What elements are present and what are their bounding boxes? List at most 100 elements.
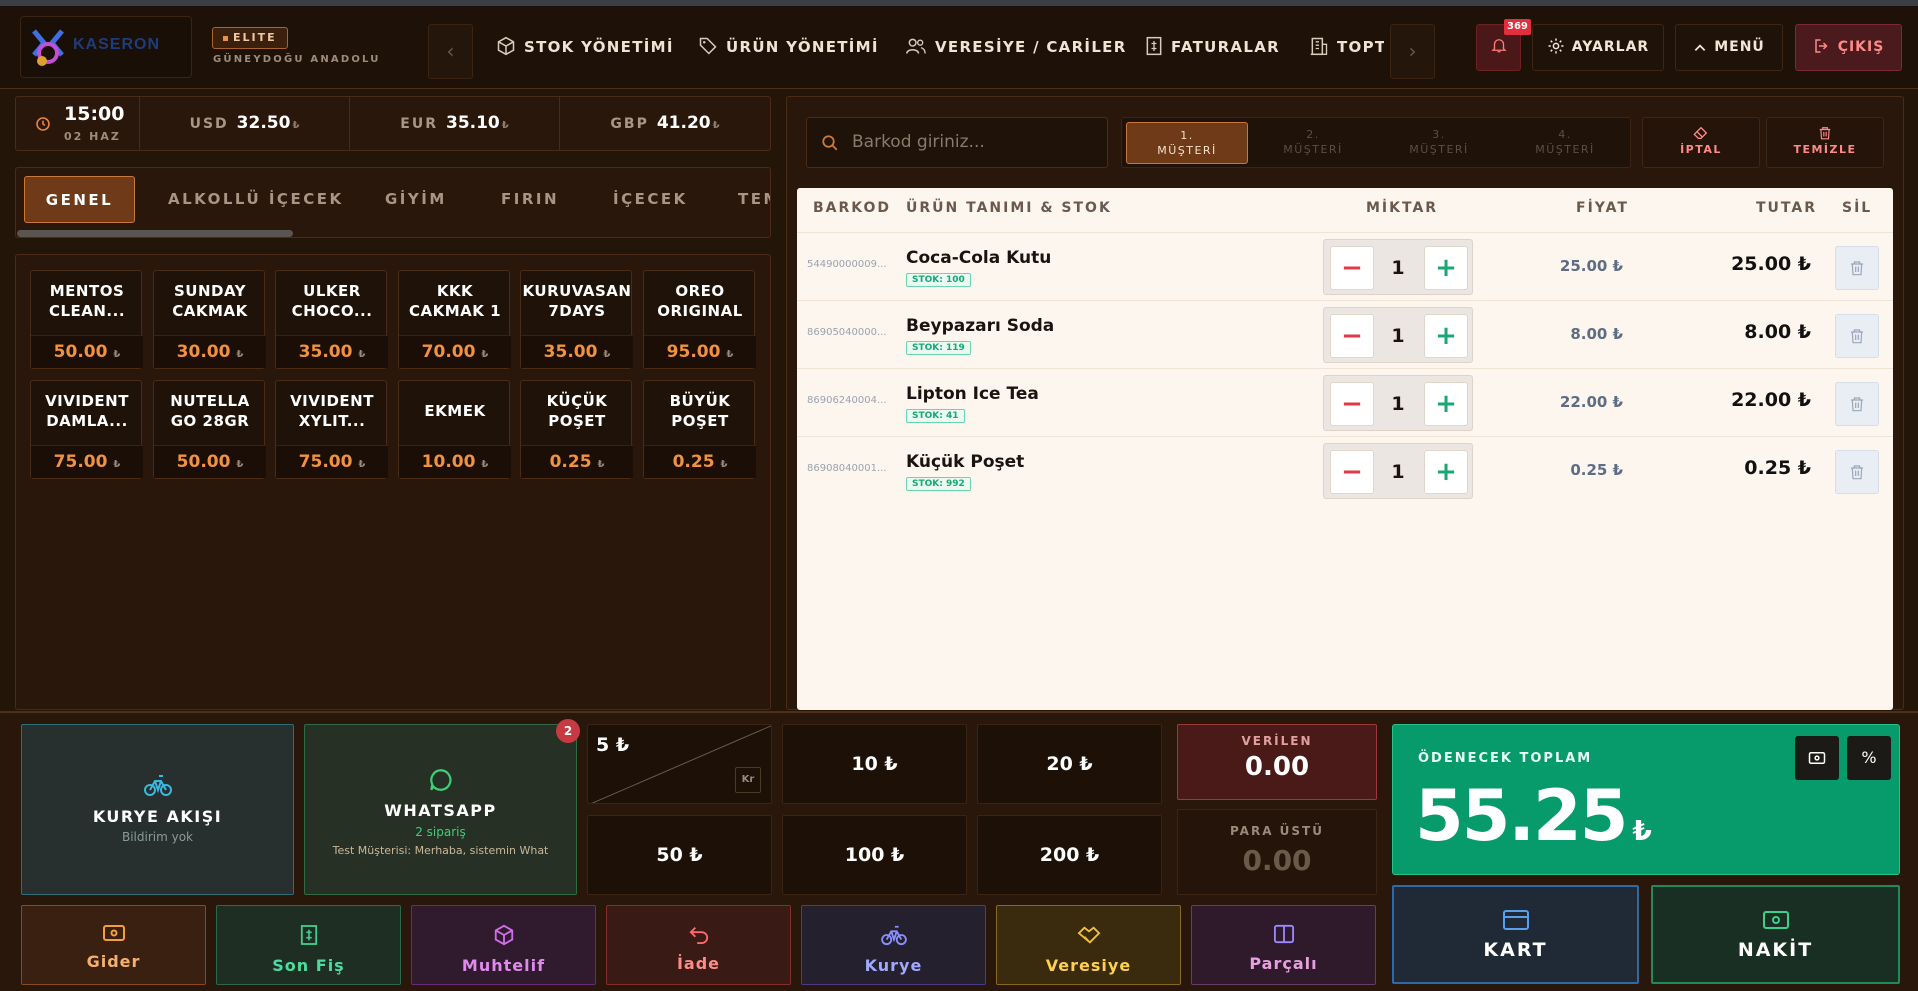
- nav-next-button[interactable]: ›: [1390, 24, 1435, 79]
- quick-amount-20[interactable]: 20 ₺: [977, 724, 1162, 804]
- column-header-product: ÜRÜN TANIMI & STOK: [906, 200, 1112, 216]
- tab-category-genel[interactable]: GENEL: [24, 176, 135, 223]
- gbp-rate: GBP 41.20 ₺: [560, 97, 770, 150]
- decrease-qty-button[interactable]: −: [1330, 246, 1374, 290]
- stock-badge: STOK: 992: [906, 477, 971, 491]
- tab-category-alcohol[interactable]: ALKOLLÜ İÇECEK: [168, 176, 344, 223]
- product-card[interactable]: MENTOS CLEAN... 50.00 ₺: [30, 270, 143, 369]
- row-price: 0.25 ₺: [1570, 461, 1623, 479]
- discount-button[interactable]: %: [1847, 736, 1891, 780]
- delete-row-button[interactable]: [1835, 450, 1879, 494]
- tab-category-drinks[interactable]: İÇECEK: [613, 176, 688, 223]
- logo: KASERON: [20, 16, 192, 78]
- product-card[interactable]: ULKER CHOCO... 35.00 ₺: [275, 270, 388, 369]
- quick-amount-5[interactable]: 5 ₺ Kr: [587, 724, 772, 804]
- product-card[interactable]: OREO ORIGINAL 95.00 ₺: [643, 270, 756, 369]
- product-card[interactable]: BÜYÜK POŞET 0.25 ₺: [643, 380, 756, 479]
- barcode-search-input[interactable]: Barkod giriniz...: [806, 117, 1108, 168]
- decrease-qty-button[interactable]: −: [1330, 314, 1374, 358]
- delete-row-button[interactable]: [1835, 314, 1879, 358]
- package-icon: [494, 924, 513, 946]
- tab-category-bakery[interactable]: FIRIN: [501, 176, 559, 223]
- whatsapp-title: WHATSAPP: [384, 801, 497, 820]
- total-value: 55.25 ₺: [1415, 775, 1652, 857]
- pay-cash-button[interactable]: NAKİT: [1651, 885, 1900, 984]
- settings-button[interactable]: AYARLAR: [1532, 24, 1664, 71]
- product-price: 70.00: [421, 342, 476, 362]
- decrease-qty-button[interactable]: −: [1330, 382, 1374, 426]
- expense-button[interactable]: Gider: [21, 905, 206, 985]
- courier-feed-card[interactable]: KURYE AKIŞI Bildirim yok: [21, 724, 294, 895]
- bike-icon: [143, 775, 172, 796]
- menu-button[interactable]: MENÜ: [1675, 24, 1783, 71]
- currency-symbol: ₺: [501, 120, 509, 131]
- increase-qty-button[interactable]: +: [1424, 382, 1468, 426]
- product-card[interactable]: KKK CAKMAK 1 70.00 ₺: [398, 270, 511, 369]
- courier-button[interactable]: Kurye: [801, 905, 986, 985]
- delete-row-button[interactable]: [1835, 246, 1879, 290]
- row-total: 25.00 ₺: [1731, 253, 1811, 275]
- quick-amount-200[interactable]: 200 ₺: [977, 815, 1162, 895]
- tab-customer-1[interactable]: 1. MÜŞTERİ: [1126, 122, 1248, 164]
- nav-item-wholesale[interactable]: TOPTAN: [1309, 22, 1384, 72]
- misc-button[interactable]: Muhtelif: [411, 905, 596, 985]
- cash-drawer-button[interactable]: [1795, 736, 1839, 780]
- tab-customer-4[interactable]: 4. MÜŞTERİ: [1504, 122, 1626, 164]
- decrease-qty-button[interactable]: −: [1330, 450, 1374, 494]
- split-payment-button[interactable]: Parçalı: [1191, 905, 1376, 985]
- last-receipt-button[interactable]: Son Fiş: [216, 905, 401, 985]
- product-card[interactable]: VIVIDENT XYLIT... 75.00 ₺: [275, 380, 388, 479]
- increase-qty-button[interactable]: +: [1424, 450, 1468, 494]
- category-scrollbar[interactable]: [17, 230, 293, 237]
- nav-item-stock[interactable]: STOK YÖNETİMİ: [496, 22, 674, 72]
- clear-button[interactable]: TEMİZLE: [1766, 117, 1884, 168]
- quick-amount-50[interactable]: 50 ₺: [587, 815, 772, 895]
- product-card[interactable]: KÜÇÜK POŞET 0.25 ₺: [520, 380, 633, 479]
- product-card[interactable]: VIVIDENT DAMLA... 75.00 ₺: [30, 380, 143, 479]
- nav-item-invoices[interactable]: FATURALAR: [1145, 22, 1280, 72]
- total-label: ÖDENECEK TOPLAM: [1418, 751, 1593, 766]
- currency-code: GBP: [610, 116, 649, 132]
- row-price: 25.00 ₺: [1559, 257, 1623, 275]
- stock-badge: STOK: 100: [906, 273, 971, 287]
- nav-item-products[interactable]: ÜRÜN YÖNETİMİ: [698, 22, 879, 72]
- logo-mark-icon: [32, 29, 64, 66]
- product-card[interactable]: EKMEK 10.00 ₺: [398, 380, 511, 479]
- menu-label: MENÜ: [1714, 39, 1765, 55]
- gear-icon: [1548, 38, 1564, 54]
- logo-text: KASERON: [73, 36, 161, 53]
- category-tabs: GENEL ALKOLLÜ İÇECEK GİYİM FIRIN İÇECEK …: [15, 167, 771, 238]
- coin-button[interactable]: Kr: [735, 767, 761, 793]
- product-card[interactable]: SUNDAY CAKMAK 30.00 ₺: [153, 270, 266, 369]
- product-card[interactable]: KURUVASAN 7DAYS 35.00 ₺: [520, 270, 633, 369]
- tab-category-cleaning[interactable]: TEMİZLİK: [738, 176, 770, 223]
- clear-label: TEMİZLE: [1793, 143, 1857, 156]
- tab-customer-2[interactable]: 2. MÜŞTERİ: [1252, 122, 1374, 164]
- trash-icon: [1851, 465, 1863, 480]
- cancel-button[interactable]: İPTAL: [1642, 117, 1760, 168]
- exit-button[interactable]: ÇIKIŞ: [1795, 24, 1902, 71]
- table-row: 54490000009... Coca-Cola Kutu STOK: 100 …: [797, 232, 1893, 300]
- row-barcode: 86905040000...: [807, 327, 887, 338]
- tab-category-clothing[interactable]: GİYİM: [385, 176, 447, 223]
- stock-badge: STOK: 41: [906, 409, 965, 423]
- return-button[interactable]: İade: [606, 905, 791, 985]
- delete-row-button[interactable]: [1835, 382, 1879, 426]
- product-card[interactable]: NUTELLA GO 28GR 50.00 ₺: [153, 380, 266, 479]
- quick-amount-100[interactable]: 100 ₺: [782, 815, 967, 895]
- nav-item-accounts[interactable]: VERESİYE / CARİLER: [905, 22, 1127, 72]
- increase-qty-button[interactable]: +: [1424, 314, 1468, 358]
- whatsapp-card[interactable]: WHATSAPP 2 sipariş Test Müşterisi: Merha…: [304, 719, 580, 895]
- box-icon: [497, 36, 515, 56]
- tab-customer-3[interactable]: 3. MÜŞTERİ: [1378, 122, 1500, 164]
- nav-item-label: TOPTAN: [1337, 38, 1384, 56]
- nav-item-label: STOK YÖNETİMİ: [524, 38, 674, 56]
- pay-card-button[interactable]: KART: [1392, 885, 1639, 984]
- nav-prev-button[interactable]: ‹: [428, 24, 473, 79]
- cash-icon: [1808, 752, 1826, 764]
- given-amount-field[interactable]: VERİLEN 0.00: [1177, 724, 1377, 800]
- increase-qty-button[interactable]: +: [1424, 246, 1468, 290]
- credit-sale-button[interactable]: Veresiye: [996, 905, 1181, 985]
- tier-label: ELITE: [233, 31, 277, 44]
- quick-amount-10[interactable]: 10 ₺: [782, 724, 967, 804]
